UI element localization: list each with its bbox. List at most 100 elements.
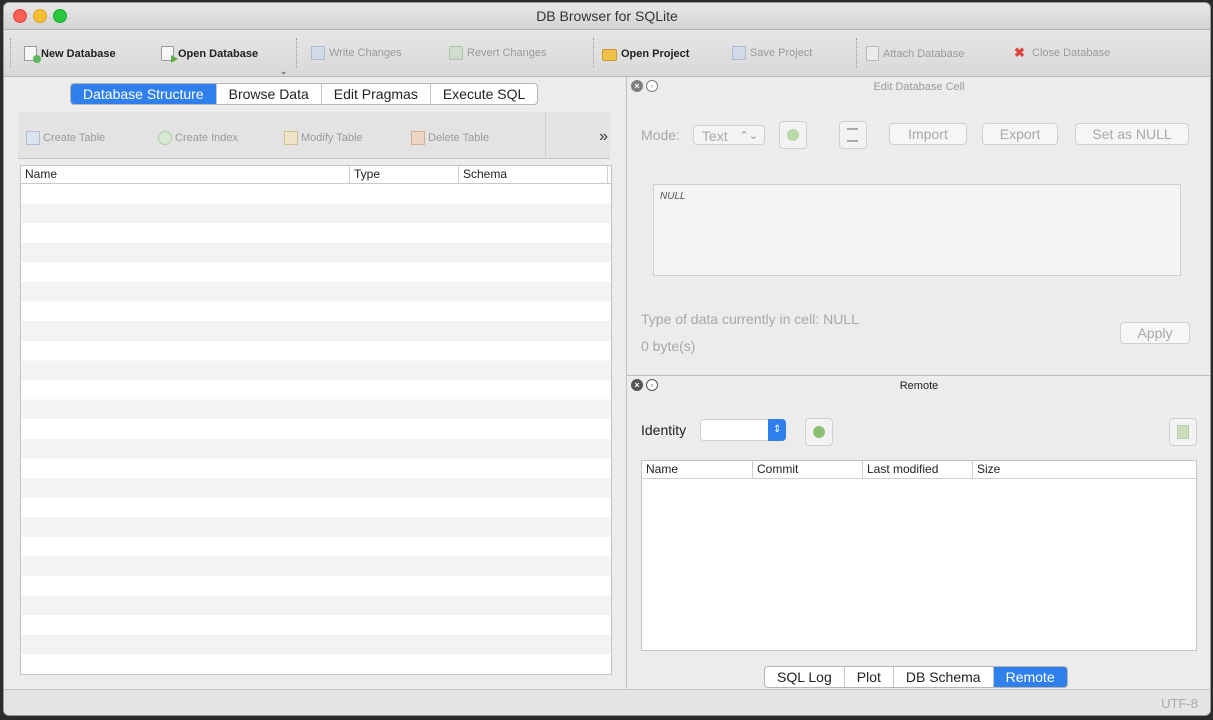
push-icon (1177, 425, 1189, 439)
column-header-type[interactable]: Type (350, 166, 459, 183)
remote-header-last-modified[interactable]: Last modified (863, 461, 973, 478)
auto-switch-mode-button[interactable] (778, 121, 807, 149)
edit-cell-panel: Edit Database Cell × ◦ Mode: Text ⌃⌄ Imp… (627, 77, 1210, 375)
open-project-label: Open Project (621, 47, 690, 60)
delete-table-label: Delete Table (428, 132, 489, 144)
cell-type-info: Type of data currently in cell: NULL (641, 311, 859, 327)
right-dock: Edit Database Cell × ◦ Mode: Text ⌃⌄ Imp… (626, 77, 1210, 689)
new-database-button[interactable]: New Database (24, 46, 116, 63)
modify-table-icon (284, 131, 298, 145)
mode-row: Mode: Text ⌃⌄ (641, 121, 867, 149)
mode-value: Text (701, 128, 728, 144)
encoding-label: UTF-8 (1161, 696, 1198, 711)
write-changes-label: Write Changes (329, 47, 402, 59)
edit-cell-dock-buttons: × ◦ (631, 80, 658, 92)
wrap-lines-icon (847, 128, 859, 142)
set-null-button[interactable]: Set as NULL (1075, 123, 1189, 145)
write-changes-button[interactable]: Write Changes (311, 46, 402, 60)
structure-toolbar: Create Table Create Index Modify Table D… (18, 112, 610, 159)
tab-sql-log[interactable]: SQL Log (765, 667, 845, 687)
remote-header-size[interactable]: Size (973, 461, 1177, 478)
open-database-dropdown-icon[interactable]: ⌄ (280, 66, 288, 77)
tab-plot[interactable]: Plot (845, 667, 894, 687)
window-title: DB Browser for SQLite (536, 8, 678, 24)
more-actions-icon[interactable]: » (599, 128, 608, 146)
save-project-icon (732, 46, 746, 60)
open-database-icon (161, 46, 178, 63)
identity-select[interactable]: ⇕ (700, 419, 787, 441)
dock-float-icon[interactable]: ◦ (646, 80, 658, 92)
folder-icon (602, 49, 617, 61)
column-header-name[interactable]: Name (21, 166, 350, 183)
save-icon (311, 46, 325, 60)
toolbar-divider (545, 112, 546, 158)
save-project-button[interactable]: Save Project (732, 46, 812, 60)
create-index-icon (158, 131, 172, 145)
attach-database-label: Attach Database (883, 47, 965, 60)
modify-table-button[interactable]: Modify Table (284, 131, 363, 145)
modify-table-label: Modify Table (301, 132, 363, 144)
dock-close-icon[interactable]: × (631, 379, 643, 391)
app-window: DB Browser for SQLite New Database Open … (4, 3, 1210, 715)
chevron-updown-icon: ⇕ (768, 419, 787, 441)
push-database-button[interactable] (1169, 418, 1197, 446)
tab-browse-data[interactable]: Browse Data (217, 84, 322, 104)
dock-tab-bar: SQL Log Plot DB Schema Remote (764, 666, 1068, 688)
create-table-label: Create Table (43, 132, 106, 144)
tab-db-schema[interactable]: DB Schema (894, 667, 994, 687)
tab-execute-sql[interactable]: Execute SQL (431, 84, 537, 104)
main-toolbar: New Database Open Database ⌄ Write Chang… (4, 30, 1210, 77)
attach-database-button[interactable]: Attach Database (866, 46, 964, 61)
delete-table-icon (411, 131, 425, 145)
remote-header-name[interactable]: Name (642, 461, 753, 478)
remote-panel: Remote × ◦ Identity ⇕ Name Commit Last m… (627, 375, 1210, 690)
dock-float-icon[interactable]: ◦ (646, 379, 658, 391)
import-button[interactable]: Import (889, 123, 967, 145)
auto-mode-icon (786, 129, 799, 141)
cell-editor[interactable]: NULL (653, 184, 1181, 276)
remote-dock-buttons: × ◦ (631, 379, 658, 391)
remote-title: Remote (899, 380, 939, 392)
gear-icon (813, 426, 825, 438)
main-tab-bar: Database Structure Browse Data Edit Prag… (70, 83, 539, 105)
export-button[interactable]: Export (982, 123, 1058, 145)
create-table-icon (26, 131, 40, 145)
structure-pane: Database Structure Browse Data Edit Prag… (4, 77, 625, 689)
mode-label: Mode: (641, 127, 680, 143)
dock-close-icon[interactable]: × (631, 80, 643, 92)
identity-label: Identity (641, 422, 687, 438)
status-bar: UTF-8 (4, 689, 1210, 715)
edit-cell-title: Edit Database Cell (873, 81, 965, 93)
create-index-label: Create Index (175, 132, 238, 144)
remote-header-commit[interactable]: Commit (753, 461, 863, 478)
tab-edit-pragmas[interactable]: Edit Pragmas (322, 84, 431, 104)
tab-remote[interactable]: Remote (993, 667, 1067, 687)
toolbar-grip (10, 38, 11, 68)
remote-table[interactable]: Name Commit Last modified Size (641, 460, 1197, 651)
close-database-button[interactable]: ✖ Close Database (1014, 46, 1110, 60)
revert-icon (449, 46, 463, 60)
tab-database-structure[interactable]: Database Structure (71, 84, 217, 104)
open-database-button[interactable]: Open Database (161, 46, 258, 63)
structure-tree-rows (21, 184, 611, 674)
revert-changes-label: Revert Changes (467, 47, 547, 59)
apply-button[interactable]: Apply (1120, 322, 1190, 344)
delete-table-button[interactable]: Delete Table (411, 131, 489, 145)
column-header-schema[interactable]: Schema (459, 166, 608, 183)
new-database-label: New Database (41, 47, 116, 60)
updown-icon: ⌃⌄ (739, 130, 758, 142)
create-table-button[interactable]: Create Table (26, 131, 105, 145)
remote-table-header: Name Commit Last modified Size (642, 461, 1196, 479)
mode-select[interactable]: Text ⌃⌄ (692, 125, 765, 145)
structure-tree[interactable]: Name Type Schema (20, 165, 612, 675)
identity-settings-button[interactable] (805, 418, 833, 446)
word-wrap-button[interactable] (838, 121, 867, 149)
toolbar-separator (593, 38, 594, 68)
toolbar-separator (296, 38, 297, 68)
close-database-label: Close Database (1032, 47, 1111, 59)
open-project-button[interactable]: Open Project (602, 46, 689, 61)
revert-changes-button[interactable]: Revert Changes (449, 46, 547, 60)
create-index-button[interactable]: Create Index (158, 131, 238, 145)
title-bar: DB Browser for SQLite (4, 3, 1210, 30)
save-project-label: Save Project (750, 47, 813, 59)
